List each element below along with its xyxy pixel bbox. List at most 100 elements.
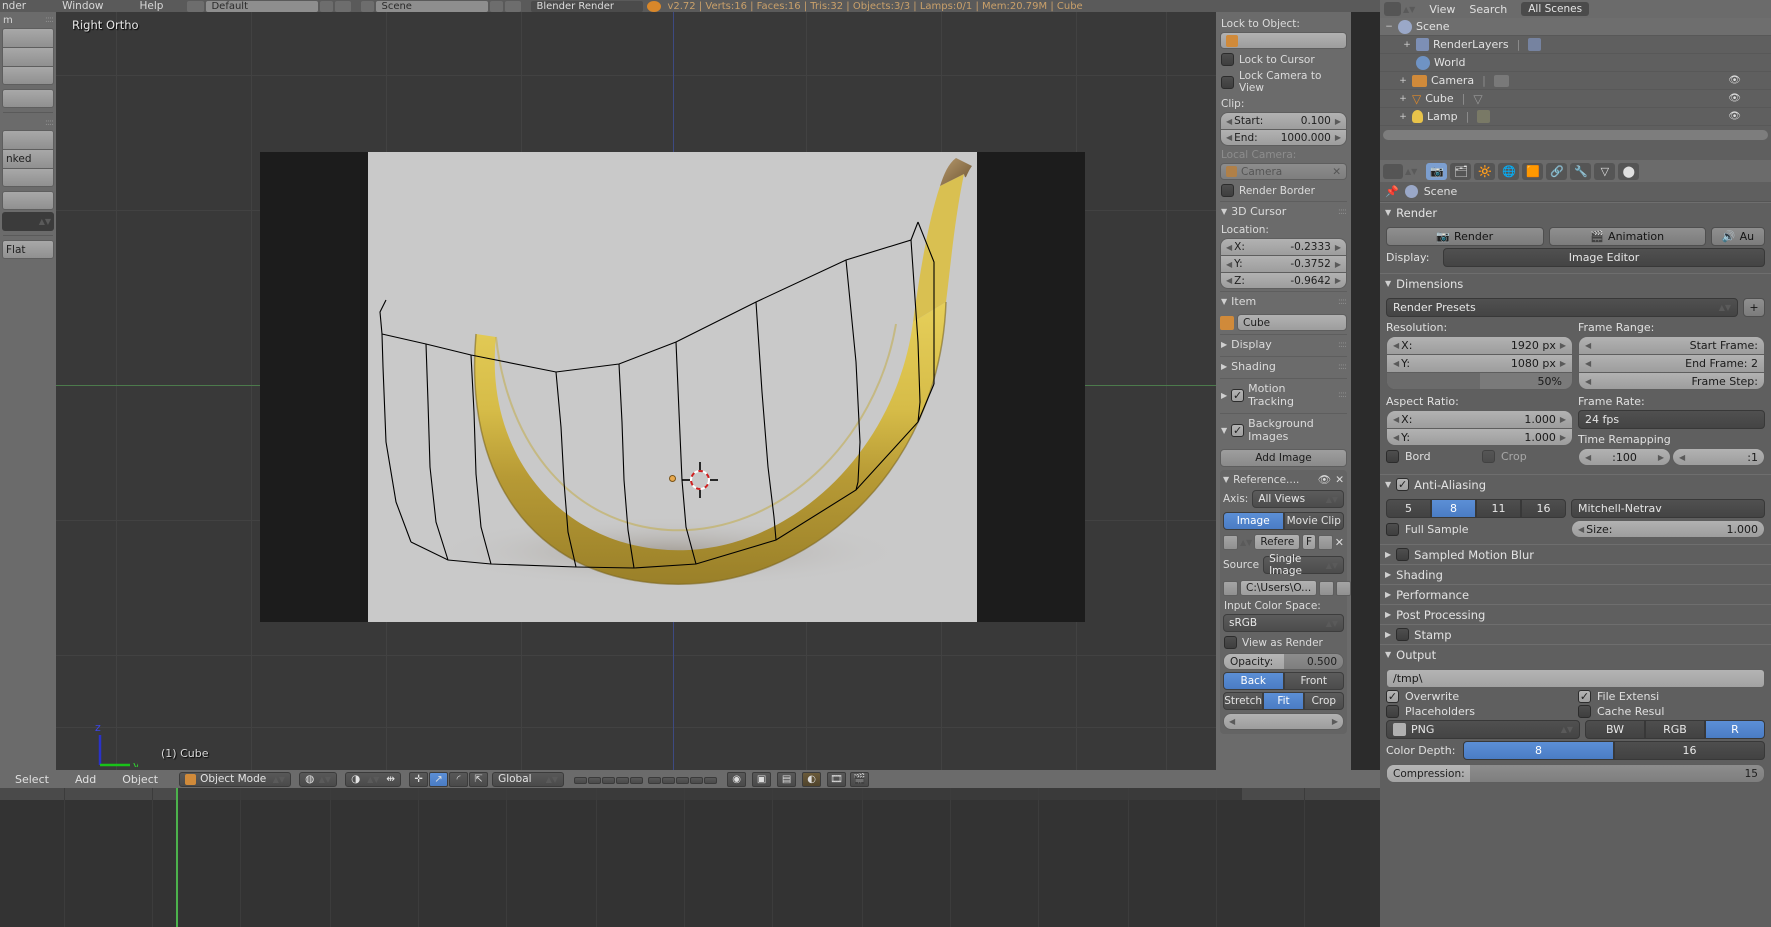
- outliner-row-scene[interactable]: − Scene: [1380, 18, 1771, 36]
- full-sample-toggle[interactable]: Full Sample: [1386, 522, 1566, 536]
- decrement-arrow-icon-3[interactable]: ◀: [1226, 243, 1232, 252]
- tab-scene[interactable]: 🔆: [1474, 162, 1496, 180]
- item-name-field[interactable]: Cube: [1237, 314, 1347, 331]
- scale-manipulator-icon[interactable]: ⇱: [469, 771, 489, 787]
- decrement-arrow-icon-16[interactable]: ◀: [1578, 525, 1584, 534]
- eye-icon[interactable]: 👁: [1318, 473, 1331, 486]
- footer-object-menu[interactable]: Object: [109, 773, 171, 786]
- duplicate-button[interactable]: [2, 130, 54, 149]
- anti-aliasing-checkbox[interactable]: ✓: [1396, 478, 1410, 491]
- layer-5-icon[interactable]: [630, 776, 644, 784]
- display-select[interactable]: Image Editor: [1443, 248, 1765, 267]
- cursor-y-field[interactable]: ◀ Y: -0.3752 ▶: [1220, 255, 1347, 272]
- section-item[interactable]: ▼ Item ::::: [1220, 291, 1347, 311]
- texture-solid-icon[interactable]: ▣: [752, 771, 772, 787]
- occlude-geometry-icon[interactable]: ▤: [777, 771, 797, 787]
- cursor-z-field[interactable]: ◀ Z: -0.9642 ▶: [1220, 272, 1347, 289]
- lock-camera-to-view-checkbox[interactable]: [1221, 75, 1234, 89]
- decrement-arrow-icon-9[interactable]: ◀: [1393, 415, 1399, 424]
- section-shading-props[interactable]: ▶ Shading: [1380, 564, 1771, 584]
- layer-10-icon[interactable]: [704, 776, 718, 784]
- color-mode-rgb[interactable]: RGB: [1645, 720, 1705, 739]
- frame-step-field[interactable]: ◀ Frame Step:: [1578, 372, 1765, 390]
- frame-fit-option[interactable]: Fit: [1263, 692, 1304, 710]
- color-mode-rgba[interactable]: R: [1705, 720, 1765, 739]
- file-icon[interactable]: [1223, 580, 1238, 596]
- expand-toggle-icon-2[interactable]: +: [1402, 40, 1412, 50]
- menu-help[interactable]: Help: [140, 0, 164, 12]
- cube-visibility-icon[interactable]: 👁: [1728, 93, 1741, 104]
- tab-object[interactable]: 🟧: [1522, 162, 1544, 180]
- crop-checkbox[interactable]: [1482, 450, 1495, 463]
- layer-4-icon[interactable]: [616, 776, 630, 784]
- resolution-percentage-slider[interactable]: 50%: [1386, 372, 1573, 390]
- source-type-movieclip[interactable]: Movie Clip: [1283, 512, 1344, 530]
- add-screen-icon[interactable]: [320, 0, 334, 12]
- frame-crop-option[interactable]: Crop: [1303, 692, 1344, 710]
- source-select[interactable]: Single Image ▲▼: [1263, 553, 1344, 577]
- decrement-arrow-icon-15[interactable]: ◀: [1679, 453, 1685, 462]
- lock-to-cursor-checkbox[interactable]: [1221, 53, 1234, 66]
- layer-7-icon[interactable]: [662, 776, 676, 784]
- viewport-shading-select[interactable]: ◍ ▲▼: [299, 771, 338, 787]
- scene-field[interactable]: Scene: [376, 0, 489, 12]
- layer-9-icon[interactable]: [690, 776, 704, 784]
- delete-button[interactable]: [2, 168, 54, 187]
- decrement-arrow-icon-4[interactable]: ◀: [1226, 260, 1232, 269]
- section-motion-tracking[interactable]: ▶ ✓ Motion Tracking ::::: [1220, 378, 1347, 411]
- layer-2-icon[interactable]: [588, 776, 602, 784]
- join-button[interactable]: [2, 191, 54, 210]
- placeholders-toggle[interactable]: Placeholders: [1386, 705, 1573, 718]
- increment-arrow-icon[interactable]: ▶: [1335, 117, 1341, 126]
- unlink-image-icon[interactable]: ✕: [1335, 536, 1344, 549]
- delete-screen-icon[interactable]: [335, 0, 352, 12]
- footer-select-menu[interactable]: Select: [2, 773, 62, 786]
- transform-button-2[interactable]: [2, 47, 54, 66]
- pin-icon[interactable]: 📌: [1385, 185, 1399, 198]
- snap-during-transform-icon[interactable]: ⇹: [386, 773, 395, 785]
- increment-arrow-icon-6[interactable]: ▶: [1332, 717, 1338, 726]
- outliner-row-world[interactable]: World: [1380, 54, 1771, 72]
- delete-scene-icon[interactable]: [505, 0, 522, 12]
- full-sample-checkbox[interactable]: [1386, 522, 1399, 536]
- color-mode-toggle[interactable]: BW RGB R: [1585, 720, 1765, 739]
- layer-3-icon[interactable]: [602, 776, 616, 784]
- duplicate-linked-button[interactable]: nked: [2, 149, 54, 168]
- shade-flat-button[interactable]: Flat: [2, 240, 54, 259]
- background-images-checkbox[interactable]: ✓: [1231, 423, 1245, 437]
- color-mode-bw[interactable]: BW: [1585, 720, 1645, 739]
- offset-field[interactable]: ◀ ▶: [1223, 713, 1344, 730]
- overwrite-checkbox[interactable]: ✓: [1386, 690, 1399, 703]
- lamp-visibility-icon[interactable]: 👁: [1728, 111, 1741, 122]
- chevron-updown-icon-3[interactable]: ▲▼: [1240, 538, 1252, 547]
- decrement-arrow-icon-2[interactable]: ◀: [1226, 133, 1232, 142]
- color-depth-toggle[interactable]: 8 16: [1463, 741, 1765, 760]
- clip-end-field[interactable]: ◀ End: 1000.000 ▶: [1220, 129, 1347, 146]
- decrement-arrow-icon-12[interactable]: ◀: [1585, 359, 1591, 368]
- render-opengl-anim-icon[interactable]: 🎬: [850, 771, 870, 787]
- menu-render[interactable]: nder: [2, 0, 26, 12]
- image-datablock-icon[interactable]: [1223, 534, 1238, 550]
- outliner-row-lamp[interactable]: + Lamp | 👁: [1380, 108, 1771, 126]
- frame-stretch-option[interactable]: Stretch: [1223, 692, 1264, 710]
- motion-tracking-checkbox[interactable]: ✓: [1231, 388, 1245, 402]
- cache-result-checkbox[interactable]: [1578, 705, 1591, 718]
- reload-image-icon[interactable]: [1336, 580, 1351, 596]
- outliner-editor-type[interactable]: ▲▼: [1384, 2, 1415, 16]
- properties-editor-type[interactable]: ▲▼: [1383, 163, 1417, 179]
- outliner-row-cube[interactable]: + ▽ Cube | ▽ 👁: [1380, 90, 1771, 108]
- remove-bgimage-icon[interactable]: ✕: [1335, 474, 1344, 486]
- transform-orientation-select[interactable]: Global ▲▼: [492, 771, 565, 787]
- lock-to-object-field[interactable]: [1220, 32, 1347, 49]
- section-post-processing[interactable]: ▶ Post Processing: [1380, 604, 1771, 624]
- render-presets-select[interactable]: Render Presets ▲▼: [1386, 298, 1738, 317]
- aa-sample-11[interactable]: 11: [1476, 499, 1521, 518]
- section-anti-aliasing[interactable]: ▼ ✓ Anti-Aliasing: [1380, 474, 1771, 494]
- render-preview-icon[interactable]: ◉: [727, 771, 747, 787]
- expand-toggle-icon-3[interactable]: +: [1398, 76, 1408, 86]
- increment-arrow-icon-10[interactable]: ▶: [1560, 433, 1566, 442]
- open-image-icon[interactable]: [1317, 534, 1333, 550]
- aa-sample-8[interactable]: 8: [1431, 499, 1476, 518]
- fake-user-button[interactable]: F: [1302, 534, 1316, 550]
- crop-toggle[interactable]: Crop: [1482, 450, 1573, 463]
